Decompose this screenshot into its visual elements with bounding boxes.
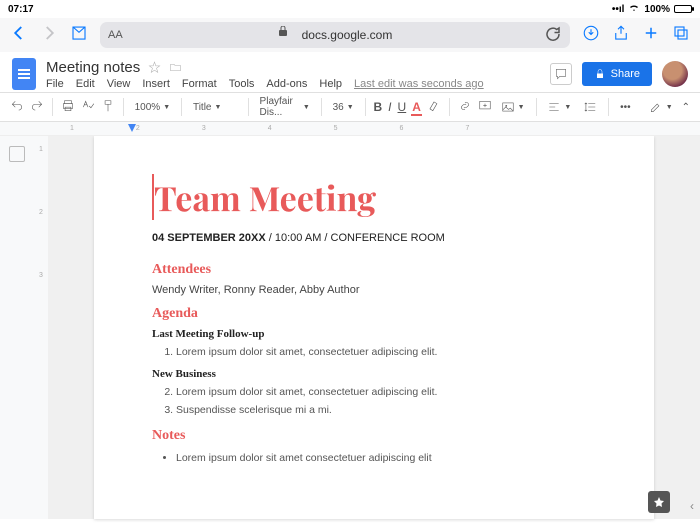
print-button[interactable] bbox=[61, 99, 75, 116]
outline-button[interactable] bbox=[9, 146, 25, 162]
list-item: Suspendisse scelerisque mi a mi. bbox=[176, 402, 596, 420]
account-avatar[interactable] bbox=[662, 61, 688, 87]
bookmarks-button[interactable] bbox=[70, 24, 88, 47]
list-item: Lorem ipsum dolor sit amet, consectetuer… bbox=[176, 384, 596, 402]
attendees-list: Wendy Writer, Ronny Reader, Abby Author bbox=[152, 284, 596, 296]
battery-icon bbox=[674, 5, 692, 13]
insert-image-button[interactable]: ▼ bbox=[498, 100, 528, 114]
clock: 07:17 bbox=[8, 4, 34, 15]
style-dropdown[interactable]: Title▼ bbox=[190, 102, 240, 113]
menu-bar: File Edit View Insert Format Tools Add-o… bbox=[46, 78, 540, 90]
paint-format-button[interactable] bbox=[101, 99, 115, 116]
section-attendees: Attendees bbox=[152, 262, 596, 278]
more-button[interactable]: ••• bbox=[617, 102, 634, 113]
hide-menus-button[interactable]: ⌃ bbox=[682, 102, 690, 113]
formatting-toolbar: 100%▼ Title▼ Playfair Dis...▼ 36▼ B I U … bbox=[0, 92, 700, 122]
wifi-icon bbox=[628, 2, 640, 17]
font-size[interactable]: 36▼ bbox=[330, 102, 357, 113]
back-button[interactable] bbox=[10, 24, 28, 47]
spellcheck-button[interactable] bbox=[81, 99, 95, 116]
italic-button[interactable]: I bbox=[388, 100, 391, 114]
docs-header: Meeting notes File Edit View Insert Form… bbox=[0, 52, 700, 92]
section-agenda: Agenda bbox=[152, 306, 596, 322]
align-button[interactable]: ▼ bbox=[544, 100, 574, 114]
menu-view[interactable]: View bbox=[107, 78, 131, 90]
lock-icon bbox=[594, 68, 606, 80]
list-item: Lorem ipsum dolor sit amet, consectetuer… bbox=[176, 344, 596, 362]
menu-help[interactable]: Help bbox=[319, 78, 342, 90]
text-size-button[interactable]: AA bbox=[108, 29, 123, 41]
share-button-safari[interactable] bbox=[612, 24, 630, 47]
menu-addons[interactable]: Add-ons bbox=[266, 78, 307, 90]
safari-toolbar: AA docs.google.com bbox=[0, 18, 700, 52]
underline-button[interactable]: U bbox=[398, 100, 407, 114]
forward-button[interactable] bbox=[40, 24, 58, 47]
list-item: Lorem ipsum dolor sit amet consectetuer … bbox=[176, 450, 596, 468]
insert-comment-button[interactable] bbox=[478, 99, 492, 116]
indent-marker[interactable] bbox=[128, 124, 136, 132]
line-spacing-button[interactable] bbox=[580, 100, 600, 114]
expand-chevron[interactable]: ‹ bbox=[690, 499, 694, 513]
meeting-meta: 04 SEPTEMBER 20XX / 10:00 AM / CONFERENC… bbox=[152, 232, 596, 244]
docs-logo[interactable] bbox=[12, 58, 36, 90]
ios-status-bar: 07:17 ••ıl 100% bbox=[0, 0, 700, 18]
highlight-button[interactable] bbox=[427, 99, 441, 116]
editing-mode-button[interactable]: ▼ bbox=[646, 100, 676, 114]
menu-insert[interactable]: Insert bbox=[142, 78, 170, 90]
new-tab-button[interactable] bbox=[642, 24, 660, 47]
address-bar[interactable]: AA docs.google.com bbox=[100, 22, 570, 48]
undo-button[interactable] bbox=[10, 99, 24, 116]
menu-tools[interactable]: Tools bbox=[229, 78, 255, 90]
insert-link-button[interactable] bbox=[458, 99, 472, 116]
agenda-sub2: New Business bbox=[152, 368, 596, 380]
font-dropdown[interactable]: Playfair Dis...▼ bbox=[257, 96, 313, 118]
download-button[interactable] bbox=[582, 24, 600, 47]
reload-button[interactable] bbox=[544, 25, 562, 46]
last-edit-link[interactable]: Last edit was seconds ago bbox=[354, 78, 484, 90]
menu-file[interactable]: File bbox=[46, 78, 64, 90]
redo-button[interactable] bbox=[30, 99, 44, 116]
zoom-dropdown[interactable]: 100%▼ bbox=[132, 102, 174, 113]
menu-edit[interactable]: Edit bbox=[76, 78, 95, 90]
agenda-sub1: Last Meeting Follow-up bbox=[152, 328, 596, 340]
battery-percent: 100% bbox=[644, 4, 670, 15]
move-icon[interactable] bbox=[169, 61, 182, 74]
menu-format[interactable]: Format bbox=[182, 78, 217, 90]
text-color-button[interactable]: A bbox=[412, 100, 421, 114]
bold-button[interactable]: B bbox=[374, 100, 383, 114]
comments-button[interactable] bbox=[550, 63, 572, 85]
lock-icon bbox=[278, 26, 296, 44]
horizontal-ruler[interactable]: 1 2 3 4 5 6 7 bbox=[0, 122, 700, 136]
section-notes: Notes bbox=[152, 428, 596, 444]
vertical-ruler[interactable]: 1 2 3 bbox=[34, 136, 48, 519]
document-page[interactable]: Team Meeting 04 SEPTEMBER 20XX / 10:00 A… bbox=[94, 136, 654, 519]
share-button[interactable]: Share bbox=[582, 62, 652, 86]
document-title[interactable]: Meeting notes bbox=[46, 59, 140, 76]
explore-button[interactable] bbox=[648, 491, 670, 513]
doc-heading: Team Meeting bbox=[152, 174, 596, 220]
signal-icon: ••ıl bbox=[612, 4, 625, 15]
tabs-button[interactable] bbox=[672, 24, 690, 47]
url-text: docs.google.com bbox=[302, 28, 393, 42]
star-icon[interactable] bbox=[148, 61, 161, 74]
